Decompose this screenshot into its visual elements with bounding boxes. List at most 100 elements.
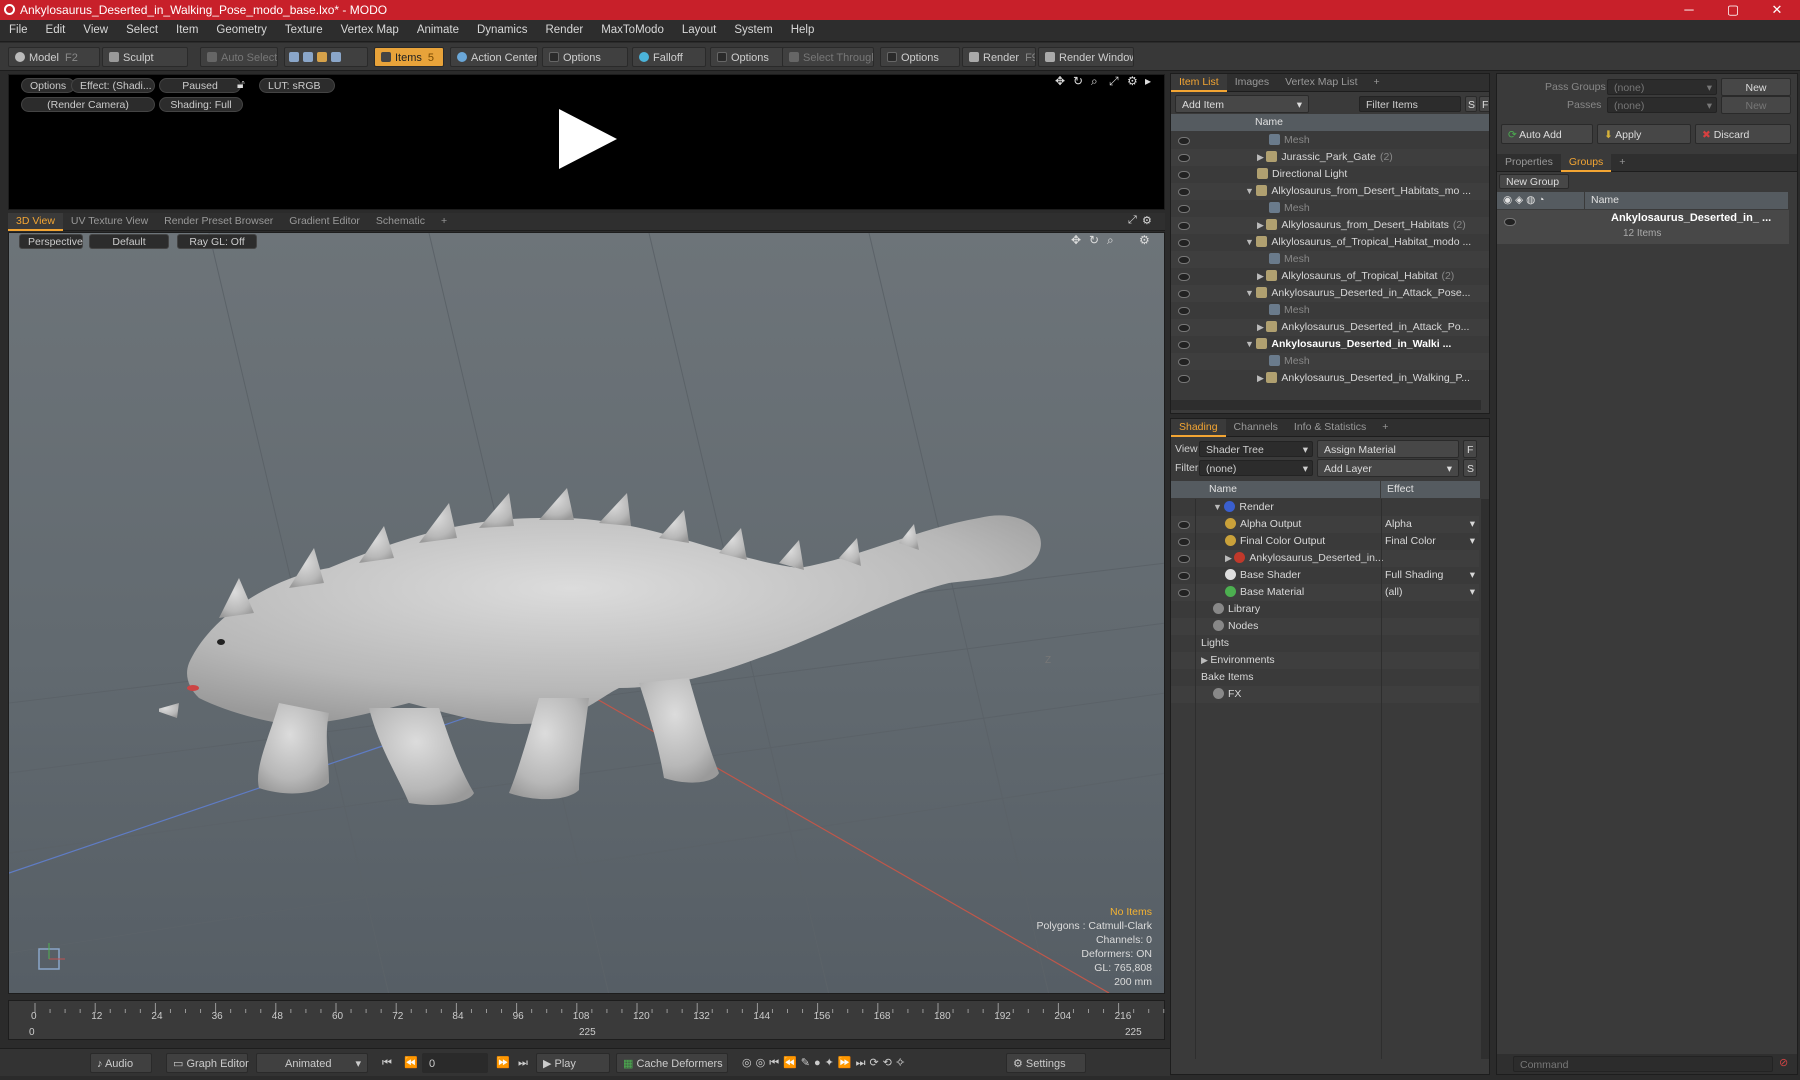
shader-tree-row[interactable]: Nodes <box>1171 618 1479 635</box>
item-list-row[interactable]: ▶ Ankylosaurus_Deserted_in_Attack_Po... <box>1171 319 1489 336</box>
new-pass-group-button[interactable]: New <box>1721 78 1791 96</box>
shader-tree-row[interactable]: ▼ Render <box>1171 499 1479 516</box>
shader-tree-row[interactable]: Library <box>1171 601 1479 618</box>
expand-icon[interactable]: ▼ <box>1213 502 1224 512</box>
raygl-dropdown[interactable]: Ray GL: Off <box>177 234 257 249</box>
new-group-button[interactable]: New Group <box>1499 174 1569 189</box>
item-list-row[interactable]: ▶ Ankylosaurus_Deserted_in_Walking_P... <box>1171 370 1489 387</box>
expand-icon[interactable]: ▶ <box>1201 655 1210 665</box>
preview-options-button[interactable]: Options <box>21 78 76 93</box>
stop-icon[interactable]: ⊘ <box>1779 1056 1788 1069</box>
vertical-scrollbar[interactable] <box>1481 499 1489 1059</box>
add-tab-button[interactable]: + <box>1611 154 1633 170</box>
gear-icon[interactable]: ⚙ <box>1142 214 1152 227</box>
eye-icon[interactable] <box>1178 358 1190 366</box>
collapse-icon[interactable]: ▼ <box>1245 237 1256 247</box>
maximize-icon[interactable]: ⤢ <box>1128 214 1137 227</box>
tab-info-statistics[interactable]: Info & Statistics <box>1286 419 1374 435</box>
filter-items-field[interactable]: Filter Items <box>1359 96 1461 112</box>
menu-select[interactable]: Select <box>117 20 167 40</box>
select-options-button[interactable]: Options <box>880 47 960 67</box>
shader-tree-row[interactable]: Base Material (all) ▾ <box>1171 584 1479 601</box>
eye-icon[interactable] <box>1178 341 1190 349</box>
horizontal-scrollbar[interactable] <box>1171 400 1481 410</box>
menu-texture[interactable]: Texture <box>276 20 332 40</box>
frame-input[interactable]: 0 <box>422 1053 488 1073</box>
zoom-icon[interactable]: ⌕ <box>1091 74 1098 89</box>
item-list-row[interactable]: ▼ Alkylosaurus_of_Tropical_Habitat_modo … <box>1171 234 1489 251</box>
gear-icon[interactable]: ⚙ <box>1127 74 1138 88</box>
3d-viewport[interactable]: Perspective Default Ray GL: Off ✥ ↻ ⌕ ⚙ … <box>8 232 1165 994</box>
eye-icon[interactable] <box>1504 218 1516 226</box>
auto-select-button[interactable]: Auto Select <box>200 47 278 67</box>
item-list-row[interactable]: Mesh <box>1171 302 1489 319</box>
add-layer-button[interactable]: Add Layer ▾ <box>1317 459 1459 477</box>
render-camera-dropdown[interactable]: (Render Camera) <box>21 97 155 112</box>
item-list-row[interactable]: ▶ Alkylosaurus_of_Tropical_Habitat (2) <box>1171 268 1489 285</box>
menu-item[interactable]: Item <box>167 20 207 40</box>
item-list-row[interactable]: Mesh <box>1171 200 1489 217</box>
collapse-icon[interactable]: ▼ <box>1245 339 1256 349</box>
arrow-right-icon[interactable]: ▸ <box>1145 74 1151 88</box>
prev-key-icon[interactable]: ⏪ <box>398 1053 424 1073</box>
item-list-row[interactable]: ▼ Ankylosaurus_Deserted_in_Attack_Pose..… <box>1171 285 1489 302</box>
shader-effect[interactable]: Full Shading ▾ <box>1385 567 1477 584</box>
menu-maxtomodo[interactable]: MaxToModo <box>592 20 673 40</box>
s-button[interactable]: S <box>1465 96 1477 112</box>
s-button[interactable]: S <box>1463 459 1477 477</box>
sculpt-mode-button[interactable]: Sculpt <box>102 47 188 67</box>
vertices-icon[interactable] <box>289 52 299 62</box>
f-button[interactable]: F <box>1463 440 1477 458</box>
eye-icon[interactable] <box>1178 375 1190 383</box>
auto-add-button[interactable]: ⟳ Auto Add <box>1501 124 1593 144</box>
menu-view[interactable]: View <box>74 20 117 40</box>
gear-icon[interactable]: ⚙ <box>1139 233 1150 247</box>
action-center-options-button[interactable]: Options <box>542 47 628 67</box>
preview-effect-dropdown[interactable]: Effect: (Shadi... <box>71 78 155 93</box>
maximize-icon[interactable]: ⤢ <box>1109 74 1119 89</box>
render-preview[interactable]: Options Effect: (Shadi... Paused 🔓︎ LUT:… <box>8 74 1165 210</box>
item-list-row[interactable]: Mesh <box>1171 132 1489 149</box>
falloff-options-button[interactable]: Options <box>710 47 784 67</box>
tab-groups[interactable]: Groups <box>1560 154 1612 172</box>
eye-icon[interactable] <box>1178 256 1190 264</box>
menu-system[interactable]: System <box>725 20 781 40</box>
shading-name-header[interactable]: Name <box>1171 481 1381 498</box>
collapse-icon[interactable]: ▼ <box>1245 288 1256 298</box>
maximize-button[interactable]: ▢ <box>1710 0 1756 20</box>
default-dropdown[interactable]: Default <box>89 234 169 249</box>
eye-icon[interactable] <box>1178 290 1190 298</box>
animated-dropdown[interactable]: Animated ▾ <box>256 1053 368 1073</box>
new-pass-button[interactable]: New <box>1721 96 1791 114</box>
selection-mode-icons[interactable] <box>284 47 368 67</box>
collapse-icon[interactable]: ▼ <box>1245 186 1256 196</box>
eye-icon[interactable] <box>1178 171 1190 179</box>
move-icon[interactable]: ✥ <box>1071 233 1081 247</box>
timeline[interactable]: 0 12 24 36 48 60 72 84 96 108 120 132 144 156 168 180 19… <box>8 1000 1165 1040</box>
eye-icon[interactable] <box>1178 555 1190 563</box>
eye-icon[interactable] <box>1178 205 1190 213</box>
expand-icon[interactable]: ▶ <box>1257 271 1266 281</box>
ankylosaurus-model[interactable] <box>159 448 1059 818</box>
add-item-button[interactable]: Add Item ▾ <box>1175 95 1309 113</box>
shader-tree-row[interactable]: ▶ Ankylosaurus_Deserted_in... <box>1171 550 1479 567</box>
name-column-header[interactable]: Name <box>1171 114 1489 131</box>
falloff-button[interactable]: Falloff <box>632 47 706 67</box>
eye-icon[interactable] <box>1178 538 1190 546</box>
item-list-row[interactable]: ▼ Alkylosaurus_from_Desert_Habitats_mo .… <box>1171 183 1489 200</box>
cache-deformers-button[interactable]: ▦ Cache Deformers <box>616 1053 728 1073</box>
expand-icon[interactable]: ▶ <box>1257 373 1266 383</box>
select-through-button[interactable]: Select Through <box>782 47 874 67</box>
eye-icon[interactable] <box>1178 307 1190 315</box>
menu-render[interactable]: Render <box>536 20 592 40</box>
tab-render-preset-browser[interactable]: Render Preset Browser <box>156 213 281 229</box>
graph-editor-button[interactable]: ▭ Graph Editor <box>166 1053 249 1073</box>
edges-icon[interactable] <box>303 52 313 62</box>
shader-tree-row[interactable]: Bake Items <box>1171 669 1479 686</box>
render-button[interactable]: Render F9 <box>962 47 1036 67</box>
zoom-icon[interactable]: ⌕ <box>1107 233 1114 248</box>
item-list-row[interactable]: Mesh <box>1171 251 1489 268</box>
lock-icon[interactable]: 🔓︎ <box>237 77 245 92</box>
tab-schematic[interactable]: Schematic <box>368 213 433 229</box>
eye-icon[interactable] <box>1178 521 1190 529</box>
